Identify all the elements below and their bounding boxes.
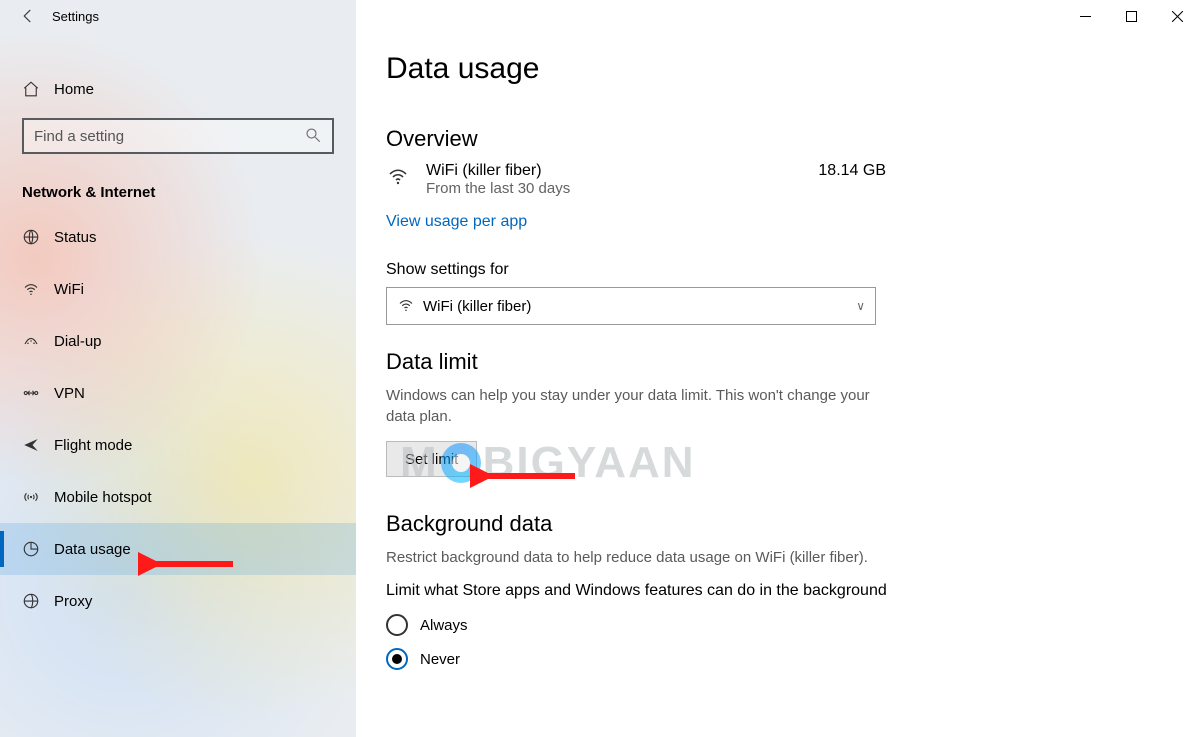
dialup-icon	[22, 332, 54, 350]
sidebar-item-label: Proxy	[54, 593, 92, 610]
close-button[interactable]	[1154, 0, 1200, 32]
arrow-left-icon	[19, 7, 37, 25]
category-label: Network & Internet	[22, 184, 356, 201]
data-limit-heading: Data limit	[386, 349, 906, 375]
radio-label: Always	[420, 617, 468, 634]
background-data-description: Restrict background data to help reduce …	[386, 547, 886, 568]
data-usage-icon	[22, 540, 54, 558]
search-box[interactable]	[22, 118, 334, 154]
home-label: Home	[54, 81, 94, 98]
page-title: Data usage	[386, 52, 906, 86]
overview-heading: Overview	[386, 126, 906, 152]
back-button[interactable]	[4, 0, 52, 32]
radio-never[interactable]: Never	[386, 642, 906, 676]
connection-period: From the last 30 days	[426, 180, 818, 197]
hotspot-icon	[22, 488, 54, 506]
settings-sidebar: Settings Home Network & Internet Status …	[0, 0, 356, 737]
sidebar-item-label: Mobile hotspot	[54, 489, 152, 506]
main-panel: Data usage Overview WiFi (killer fiber) …	[356, 0, 1200, 737]
show-settings-label: Show settings for	[386, 261, 906, 279]
titlebar-left: Settings	[0, 0, 356, 32]
set-limit-button[interactable]: Set limit	[386, 441, 477, 477]
sidebar-item-data-usage[interactable]: Data usage	[0, 523, 356, 575]
sidebar-item-flight-mode[interactable]: Flight mode	[0, 419, 356, 471]
wifi-icon	[386, 162, 426, 191]
radio-always[interactable]: Always	[386, 608, 906, 642]
minimize-button[interactable]	[1062, 0, 1108, 32]
home-button[interactable]: Home	[0, 68, 356, 110]
set-limit-button-label: Set limit	[405, 451, 458, 468]
sidebar-item-mobile-hotspot[interactable]: Mobile hotspot	[0, 471, 356, 523]
search-input[interactable]	[32, 127, 304, 146]
sidebar-item-status[interactable]: Status	[0, 211, 356, 263]
connection-name: WiFi (killer fiber)	[426, 162, 818, 180]
wifi-icon	[22, 280, 54, 298]
overview-connection-row: WiFi (killer fiber) From the last 30 day…	[386, 162, 906, 197]
home-icon	[22, 80, 54, 98]
background-limit-label: Limit what Store apps and Windows featur…	[386, 582, 906, 600]
view-usage-per-app-link[interactable]: View usage per app	[386, 213, 527, 231]
dropdown-selected-value: WiFi (killer fiber)	[423, 298, 856, 315]
background-data-heading: Background data	[386, 511, 906, 537]
sidebar-item-vpn[interactable]: VPN	[0, 367, 356, 419]
sidebar-item-label: Data usage	[54, 541, 131, 558]
sidebar-item-label: WiFi	[54, 281, 84, 298]
vpn-icon	[22, 384, 54, 402]
sidebar-item-label: Status	[54, 229, 97, 246]
radio-icon	[386, 614, 408, 636]
show-settings-dropdown[interactable]: WiFi (killer fiber) ∨	[386, 287, 876, 325]
sidebar-item-label: VPN	[54, 385, 85, 402]
sidebar-item-proxy[interactable]: Proxy	[0, 575, 356, 627]
data-usage-value: 18.14 GB	[818, 162, 906, 180]
search-icon	[304, 126, 324, 147]
sidebar-nav: Status WiFi Dial-up VPN Flight mode Mobi…	[0, 211, 356, 627]
maximize-button[interactable]	[1108, 0, 1154, 32]
data-limit-description: Windows can help you stay under your dat…	[386, 385, 886, 427]
sidebar-item-dialup[interactable]: Dial-up	[0, 315, 356, 367]
window-controls	[1062, 0, 1200, 32]
sidebar-item-wifi[interactable]: WiFi	[0, 263, 356, 315]
globe-icon	[22, 228, 54, 246]
airplane-icon	[22, 436, 54, 454]
sidebar-item-label: Flight mode	[54, 437, 132, 454]
wifi-icon	[397, 296, 423, 317]
radio-icon	[386, 648, 408, 670]
app-title: Settings	[52, 9, 99, 24]
sidebar-item-label: Dial-up	[54, 333, 102, 350]
proxy-icon	[22, 592, 54, 610]
radio-label: Never	[420, 651, 460, 668]
chevron-down-icon: ∨	[856, 299, 865, 313]
